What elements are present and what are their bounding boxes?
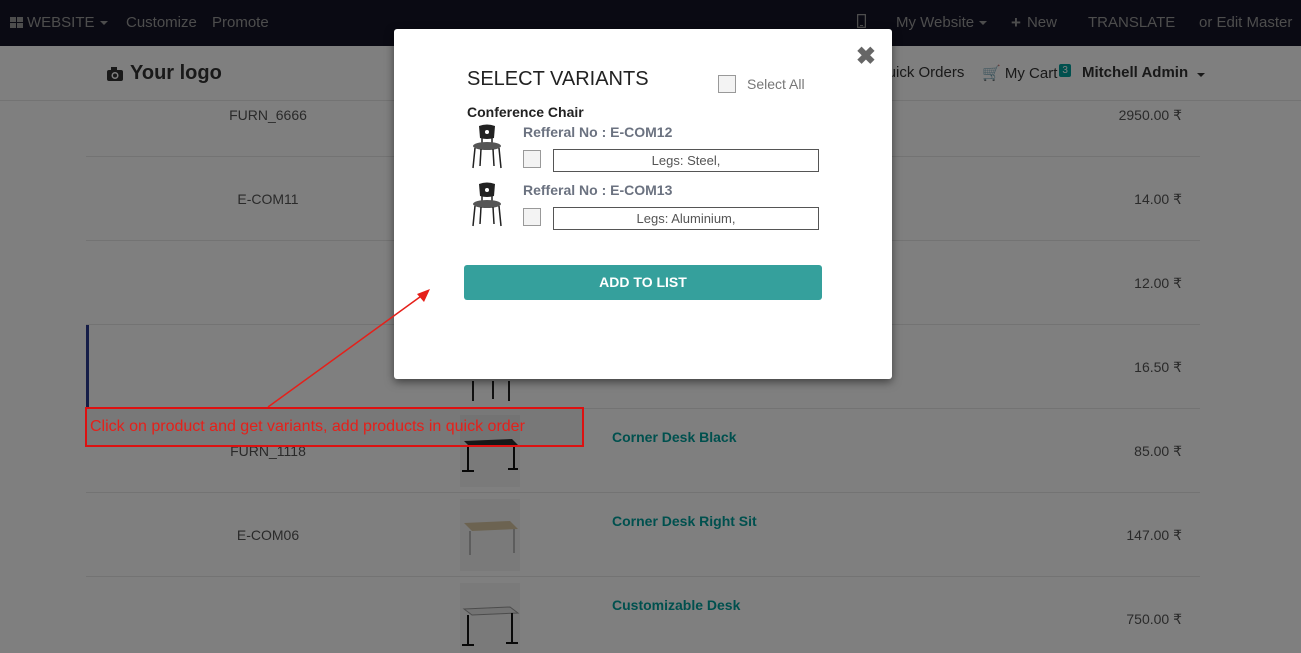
variant-item: Refferal No : E-COM13 Legs: Aluminium, [467, 182, 827, 238]
variant-checkbox[interactable] [523, 208, 541, 226]
annotation-callout: Click on product and get variants, add p… [85, 407, 584, 447]
chair-icon [472, 124, 502, 169]
variant-image [467, 124, 507, 170]
select-all-label: Select All [747, 76, 805, 92]
chair-icon [472, 182, 502, 227]
select-variants-dialog: ✖ SELECT VARIANTS Select All Conference … [394, 29, 892, 379]
close-icon[interactable]: ✖ [856, 45, 876, 69]
variant-image [467, 182, 507, 228]
variant-reference: Refferal No : E-COM12 [523, 124, 673, 140]
variant-reference: Refferal No : E-COM13 [523, 182, 673, 198]
dialog-title: SELECT VARIANTS [467, 68, 649, 90]
variant-checkbox[interactable] [523, 150, 541, 168]
variant-attribute: Legs: Steel, [553, 149, 819, 172]
variant-item: Refferal No : E-COM12 Legs: Steel, [467, 124, 827, 180]
variant-attribute: Legs: Aluminium, [553, 207, 819, 230]
select-all-checkbox[interactable] [718, 75, 736, 93]
product-title: Conference Chair [467, 104, 584, 120]
select-all-control[interactable]: Select All [718, 75, 805, 93]
add-to-list-button[interactable]: ADD TO LIST [464, 265, 822, 300]
